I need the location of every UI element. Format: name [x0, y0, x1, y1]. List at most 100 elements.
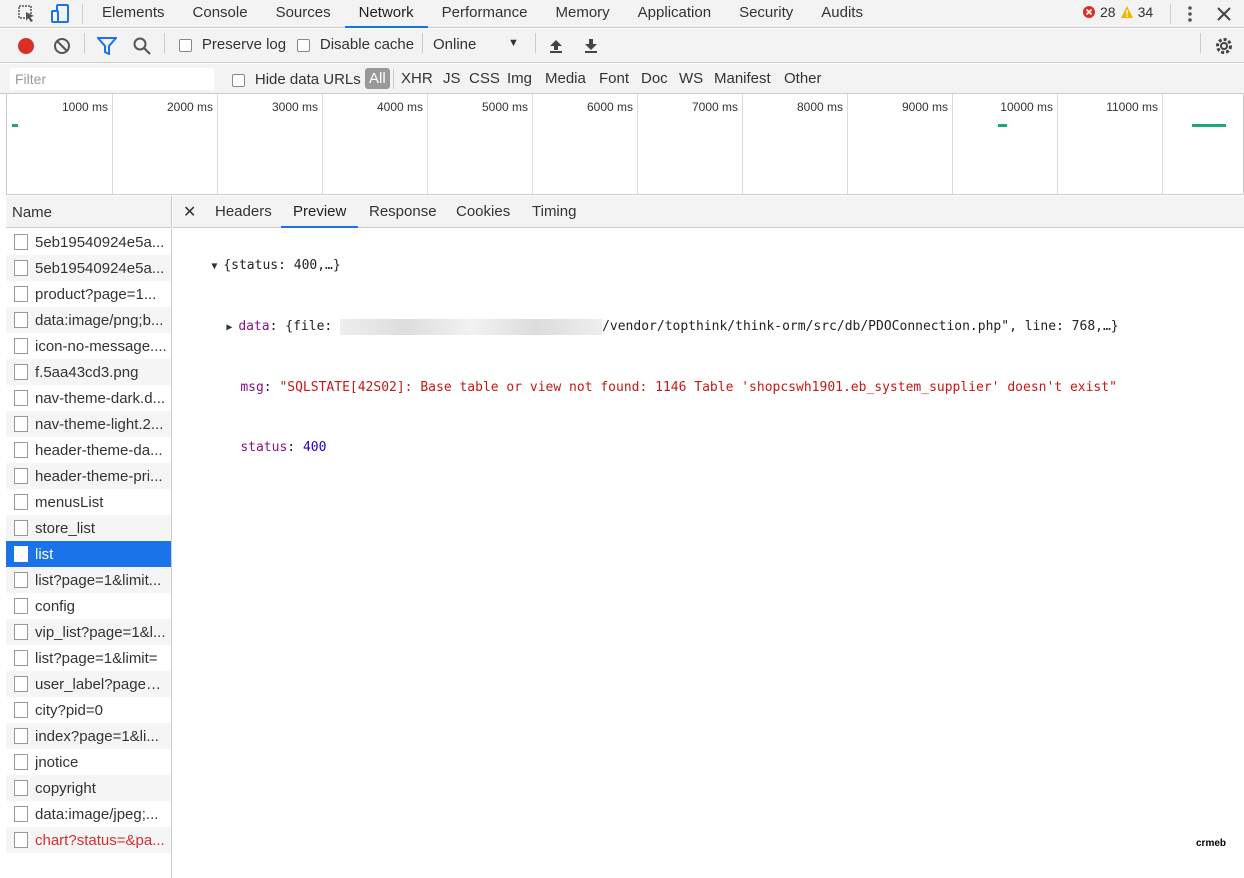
request-row[interactable]: data:image/png;b...: [6, 307, 171, 333]
request-row[interactable]: chart?status=&pa...: [6, 827, 171, 853]
import-har-icon[interactable]: [548, 38, 564, 54]
file-icon: [14, 546, 28, 562]
tab-elements[interactable]: Elements: [88, 0, 179, 28]
msg-value: "SQLSTATE[42S02]: Base table or view not…: [279, 380, 1117, 395]
request-row[interactable]: header-theme-pri...: [6, 463, 171, 489]
preserve-log-checkbox[interactable]: [179, 38, 192, 52]
tab-console[interactable]: Console: [179, 0, 262, 28]
detail-tab-cookies[interactable]: Cookies: [444, 196, 522, 228]
filter-type-doc[interactable]: Doc: [641, 70, 668, 87]
filter-type-manifest[interactable]: Manifest: [714, 70, 771, 87]
filter-bar: Hide data URLs All XHR JS CSS Img Media Font Do…: [0, 64, 1244, 94]
clear-icon[interactable]: [53, 37, 71, 55]
request-row[interactable]: list: [6, 541, 171, 567]
request-row[interactable]: config: [6, 593, 171, 619]
timeline-gridline: [1057, 94, 1058, 194]
filter-type-other[interactable]: Other: [784, 70, 822, 87]
device-toolbar-icon[interactable]: [49, 3, 71, 25]
preview-data-line[interactable]: ▶ data: {file: /vendor/topthink/think-orm…: [180, 297, 1240, 358]
close-detail-icon[interactable]: ✕: [183, 202, 196, 222]
request-name: vip_list?page=1&l...: [35, 623, 166, 641]
msg-key: msg: [240, 380, 264, 395]
filter-type-font[interactable]: Font: [599, 70, 629, 87]
tab-performance[interactable]: Performance: [428, 0, 542, 28]
tab-audits[interactable]: Audits: [807, 0, 877, 28]
filter-type-media[interactable]: Media: [545, 70, 586, 87]
timeline-gridline: [322, 94, 323, 194]
hide-data-urls-checkbox[interactable]: [232, 73, 245, 87]
request-row[interactable]: copyright: [6, 775, 171, 801]
request-row[interactable]: list?page=1&limit=: [6, 645, 171, 671]
disable-cache-checkbox[interactable]: [297, 38, 310, 52]
expanded-triangle-icon[interactable]: ▼: [211, 257, 223, 277]
request-name: product?page=1...: [35, 285, 157, 303]
timeline-label: 8000 ms: [796, 100, 843, 114]
preserve-log-toggle[interactable]: Preserve log: [179, 36, 286, 53]
request-row[interactable]: nav-theme-dark.d...: [6, 385, 171, 411]
hide-data-urls-toggle[interactable]: Hide data URLs: [232, 71, 361, 88]
request-row[interactable]: city?pid=0: [6, 697, 171, 723]
tab-network[interactable]: Network: [344, 0, 428, 28]
redacted-region: [340, 318, 603, 335]
filter-type-xhr[interactable]: XHR: [401, 70, 433, 87]
filter-type-ws[interactable]: WS: [679, 70, 703, 87]
collapsed-triangle-icon[interactable]: ▶: [226, 318, 238, 338]
request-row[interactable]: index?page=1&li...: [6, 723, 171, 749]
disable-cache-toggle[interactable]: Disable cache: [297, 36, 414, 53]
tab-security[interactable]: Security: [725, 0, 807, 28]
more-options-icon[interactable]: [1179, 3, 1201, 25]
request-bar: [998, 124, 1007, 127]
file-icon: [14, 494, 28, 510]
watermark-logo: crmeb: [1196, 838, 1227, 849]
export-har-icon[interactable]: [583, 38, 599, 54]
filter-type-all[interactable]: All: [365, 68, 390, 89]
file-icon: [14, 572, 28, 588]
issue-counts[interactable]: 28 34: [1082, 4, 1153, 20]
request-row[interactable]: f.5aa43cd3.png: [6, 359, 171, 385]
detail-tab-headers[interactable]: Headers: [203, 196, 284, 228]
filter-type-img[interactable]: Img: [507, 70, 532, 87]
close-devtools-icon[interactable]: [1213, 3, 1235, 25]
filter-type-js[interactable]: JS: [443, 70, 461, 87]
search-icon[interactable]: [133, 37, 151, 55]
settings-gear-icon[interactable]: [1214, 36, 1234, 56]
filter-type-css[interactable]: CSS: [469, 70, 500, 87]
detail-tab-preview[interactable]: Preview: [281, 196, 359, 228]
request-row[interactable]: 5eb19540924e5a...: [6, 229, 171, 255]
request-row[interactable]: nav-theme-light.2...: [6, 411, 171, 437]
request-row[interactable]: 5eb19540924e5a...: [6, 255, 171, 281]
network-overview-timeline[interactable]: 1000 ms 2000 ms 3000 ms 4000 ms 5000 ms 6000 …: [6, 94, 1244, 195]
filter-icon[interactable]: [97, 37, 117, 55]
detail-tab-timing[interactable]: Timing: [520, 196, 588, 228]
request-name: nav-theme-light.2...: [35, 415, 164, 433]
request-name: store_list: [35, 519, 96, 537]
detail-tab-response[interactable]: Response: [357, 196, 449, 228]
request-row[interactable]: vip_list?page=1&l...: [6, 619, 171, 645]
tab-application[interactable]: Application: [624, 0, 725, 28]
inspect-element-icon[interactable]: [16, 3, 38, 25]
request-row[interactable]: icon-no-message....: [6, 333, 171, 359]
preview-root-line[interactable]: ▼ {status: 400,…}: [180, 236, 1240, 297]
request-row[interactable]: menusList: [6, 489, 171, 515]
request-row[interactable]: header-theme-da...: [6, 437, 171, 463]
timeline-gridline: [112, 94, 113, 194]
request-name: data:image/jpeg;...: [35, 805, 159, 823]
tab-sources[interactable]: Sources: [262, 0, 345, 28]
filter-input[interactable]: [10, 68, 214, 90]
tab-memory[interactable]: Memory: [542, 0, 624, 28]
throttle-select[interactable]: Online ▼: [433, 36, 519, 53]
request-row[interactable]: store_list: [6, 515, 171, 541]
file-icon: [14, 260, 28, 276]
record-icon[interactable]: [17, 37, 35, 55]
request-row[interactable]: jnotice: [6, 749, 171, 775]
request-row[interactable]: user_label?page=...: [6, 671, 171, 697]
devtools-tab-bar: Elements Console Sources Network Performance…: [0, 0, 1244, 28]
request-name: 5eb19540924e5a...: [35, 259, 165, 277]
file-icon: [14, 598, 28, 614]
request-row[interactable]: data:image/jpeg;...: [6, 801, 171, 827]
request-row[interactable]: list?page=1&limit...: [6, 567, 171, 593]
file-icon: [14, 390, 28, 406]
request-row[interactable]: product?page=1...: [6, 281, 171, 307]
timeline-label: 5000 ms: [481, 100, 528, 114]
name-column-header[interactable]: Name: [6, 196, 172, 228]
